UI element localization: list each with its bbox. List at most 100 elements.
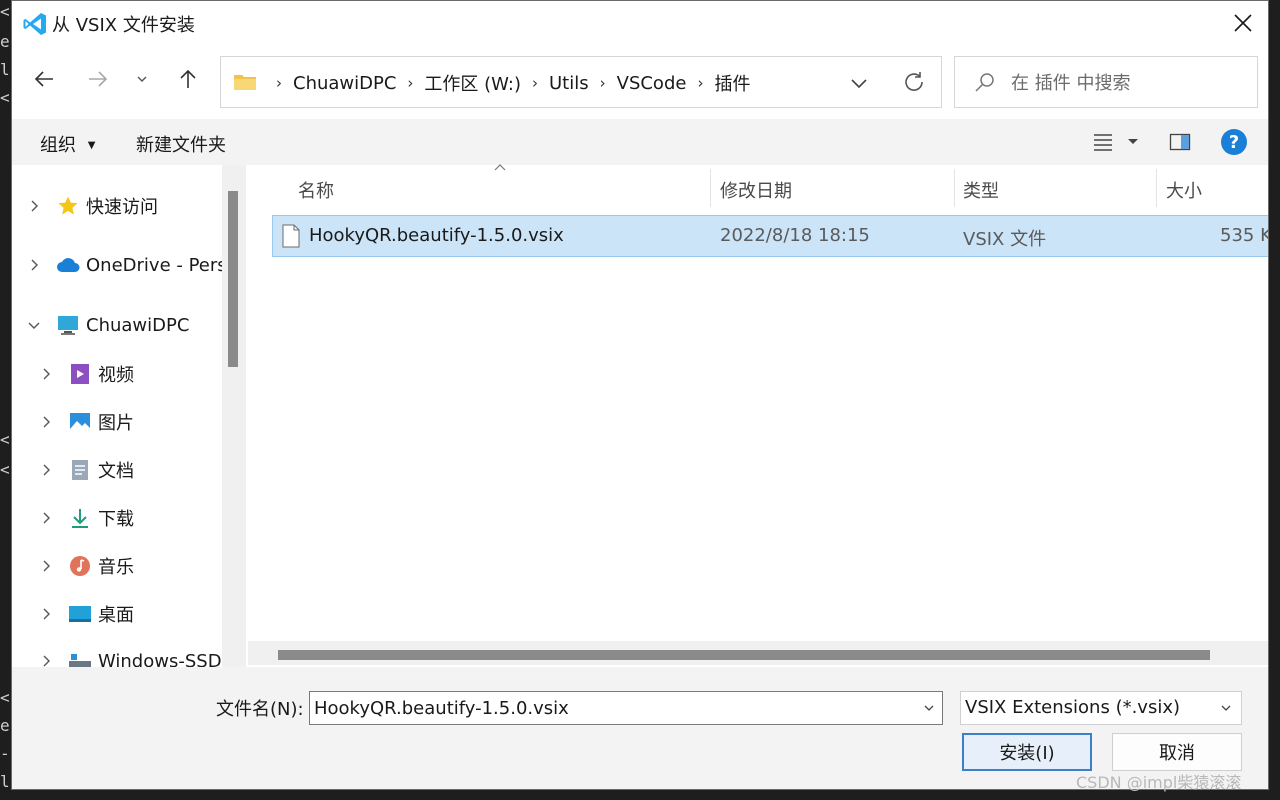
install-button[interactable]: 安装(I) [962, 733, 1092, 771]
background-char: < [0, 88, 10, 107]
sidebar-item-label: 快速访问 [86, 197, 158, 218]
column-header-type[interactable]: 类型 [963, 177, 999, 203]
forward-arrow-icon [89, 71, 108, 87]
desktop-icon [68, 602, 92, 626]
sidebar-item-desktop[interactable]: 桌面 [38, 601, 134, 627]
sidebar-item-music[interactable]: 音乐 [38, 553, 134, 579]
scrollbar-thumb[interactable] [228, 191, 238, 367]
refresh-icon[interactable] [901, 69, 927, 95]
filename-input[interactable] [314, 695, 904, 721]
breadcrumb-separator[interactable]: › [407, 74, 413, 92]
navigation-pane-scrollbar[interactable] [222, 165, 246, 667]
chevron-right-icon[interactable] [26, 198, 42, 214]
background-char: < [0, 430, 10, 449]
caret-down-icon: ▼ [87, 140, 96, 151]
chevron-right-icon[interactable] [38, 414, 54, 430]
video-icon [68, 362, 92, 386]
chevron-down-icon [1221, 705, 1231, 711]
file-type: VSIX 文件 [963, 229, 1047, 250]
chevron-right-icon[interactable] [38, 558, 54, 574]
view-options-caret-icon[interactable] [1125, 133, 1141, 149]
column-divider[interactable] [954, 169, 955, 207]
breadcrumb-separator: › [276, 74, 282, 92]
scrollbar-thumb[interactable] [278, 650, 1210, 660]
sidebar-item-onedrive[interactable]: OneDrive - Pers [26, 253, 222, 277]
up-button[interactable] [170, 61, 206, 97]
sidebar-item-pictures[interactable]: 图片 [38, 409, 134, 435]
forward-button[interactable] [80, 61, 116, 97]
breadcrumb: › ChuawiDPC › 工作区 (W:) › Utils › VSCode … [265, 70, 750, 96]
new-folder-button[interactable]: 新建文件夹 [136, 131, 226, 157]
preview-pane-icon[interactable] [1169, 131, 1191, 153]
breadcrumb-separator[interactable]: › [697, 74, 703, 92]
sidebar-item-label: 下载 [98, 509, 134, 530]
navigation-pane: 快速访问 OneDrive - Pers ChuawiDPC 视频 图片 文档 [12, 165, 222, 667]
sidebar-item-documents[interactable]: 文档 [38, 457, 134, 483]
file-list-horizontal-scrollbar[interactable] [248, 641, 1268, 665]
background-char: < [0, 460, 10, 479]
column-divider[interactable] [710, 169, 711, 207]
search-icon [975, 73, 994, 92]
document-icon [68, 458, 92, 482]
background-char: < [0, 2, 10, 21]
address-history-chevron-icon[interactable] [847, 71, 871, 95]
view-list-icon[interactable] [1092, 131, 1114, 153]
breadcrumb-item[interactable]: VSCode [617, 73, 687, 94]
column-header-modified[interactable]: 修改日期 [720, 177, 792, 203]
cancel-button[interactable]: 取消 [1112, 733, 1242, 771]
file-icon [282, 224, 300, 248]
chevron-down-icon [137, 76, 147, 82]
title-bar: 从 VSIX 文件安装 [12, 1, 1268, 45]
file-type-filter-select[interactable]: VSIX Extensions (*.vsix) [960, 691, 1242, 725]
search-box[interactable] [954, 56, 1258, 108]
breadcrumb-item[interactable]: Utils [549, 73, 589, 94]
sidebar-item-windows-ssd[interactable]: Windows-SSD [38, 649, 222, 667]
organize-button[interactable]: 组织 ▼ [40, 131, 95, 157]
sidebar-item-label: 音乐 [98, 557, 134, 578]
cloud-icon [56, 253, 80, 277]
music-icon [68, 554, 92, 578]
sidebar-item-downloads[interactable]: 下载 [38, 505, 134, 531]
breadcrumb-separator[interactable]: › [532, 74, 538, 92]
window-title: 从 VSIX 文件安装 [52, 15, 195, 36]
sidebar-item-label: OneDrive - Pers [86, 254, 222, 276]
organize-label: 组织 [40, 135, 76, 156]
close-icon [1234, 14, 1252, 32]
chevron-down-icon[interactable] [26, 317, 42, 333]
chevron-right-icon[interactable] [38, 510, 54, 526]
background-char: e [0, 716, 10, 735]
sidebar-item-label: Windows-SSD [98, 650, 222, 668]
column-header-name[interactable]: 名称 [298, 177, 334, 203]
help-button[interactable]: ? [1221, 129, 1247, 155]
breadcrumb-item[interactable]: 工作区 (W:) [424, 70, 521, 96]
download-icon [68, 506, 92, 530]
filename-combobox[interactable] [309, 691, 943, 725]
background-char: < [0, 688, 10, 707]
chevron-right-icon[interactable] [38, 606, 54, 622]
chevron-right-icon[interactable] [38, 653, 54, 667]
computer-icon [56, 313, 80, 337]
close-button[interactable] [1228, 8, 1258, 38]
breadcrumb-separator[interactable]: › [600, 74, 606, 92]
column-header-size[interactable]: 大小 [1166, 177, 1202, 203]
chevron-right-icon[interactable] [38, 366, 54, 382]
breadcrumb-item[interactable]: 插件 [714, 70, 750, 96]
back-arrow-icon [34, 71, 53, 87]
picture-icon [68, 410, 92, 434]
back-button[interactable] [26, 61, 62, 97]
file-row[interactable]: HookyQR.beautify-1.5.0.vsix 2022/8/18 18… [272, 215, 1268, 257]
sidebar-item-quick-access[interactable]: 快速访问 [26, 193, 158, 219]
breadcrumb-item[interactable]: ChuawiDPC [293, 73, 396, 94]
chevron-right-icon[interactable] [38, 462, 54, 478]
sidebar-item-this-pc[interactable]: ChuawiDPC [26, 313, 189, 337]
sidebar-item-videos[interactable]: 视频 [38, 361, 134, 387]
column-divider[interactable] [1156, 169, 1157, 207]
background-char: e [0, 32, 10, 51]
file-type-filter-value: VSIX Extensions (*.vsix) [965, 697, 1181, 718]
chevron-down-icon[interactable] [922, 701, 936, 715]
recent-locations-button[interactable] [124, 61, 160, 97]
address-bar[interactable]: › ChuawiDPC › 工作区 (W:) › Utils › VSCode … [220, 56, 942, 108]
chevron-right-icon[interactable] [26, 257, 42, 273]
search-input[interactable] [1011, 69, 1241, 97]
column-header-row: 名称 修改日期 类型 大小 [248, 164, 1268, 209]
